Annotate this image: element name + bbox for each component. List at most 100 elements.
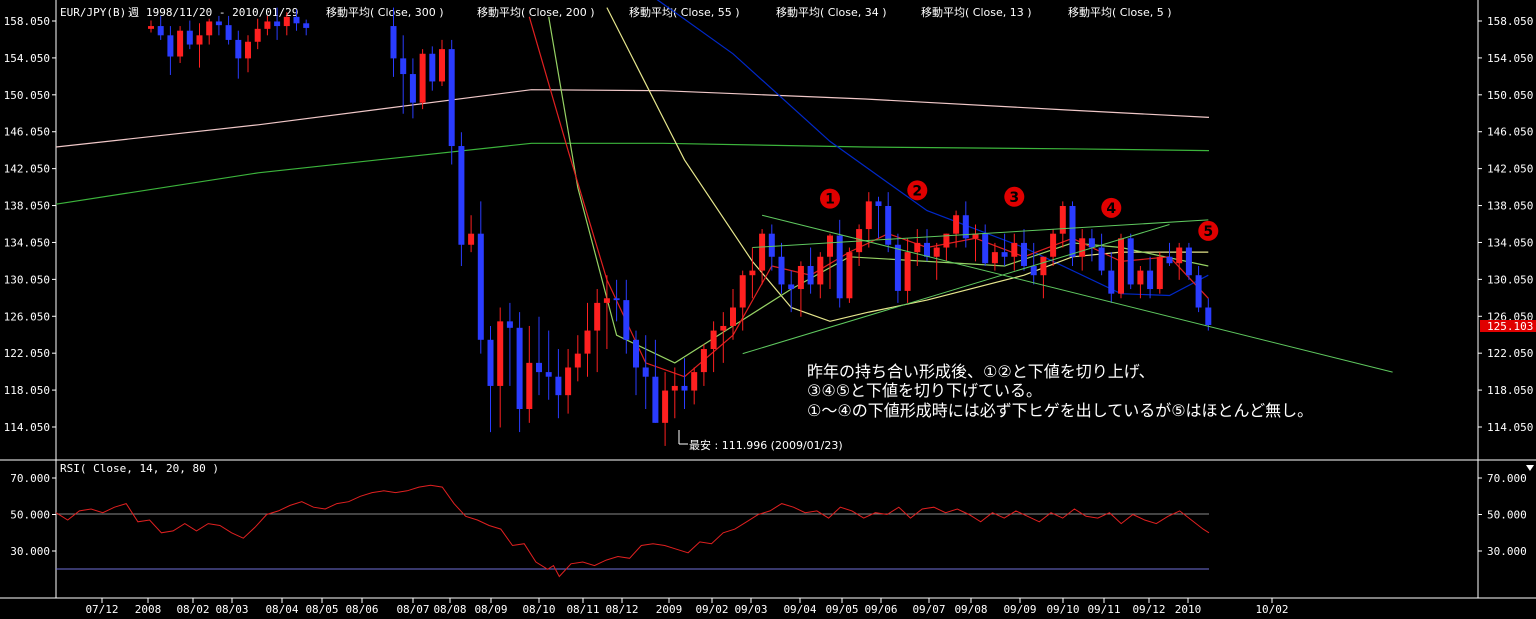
- candle: [1195, 265, 1202, 313]
- candle-body: [283, 16, 290, 27]
- candle-body: [1011, 242, 1018, 257]
- rsi-panel: RSI( Close, 14, 20, 80 ): [55, 462, 1534, 578]
- price-tick-label-right: 118.050: [1487, 384, 1533, 397]
- candle: [894, 233, 901, 303]
- time-tick-label: 08/11: [566, 603, 599, 616]
- wave-marker-label: 2: [912, 183, 922, 199]
- candle-body: [846, 252, 853, 299]
- price-tick-label-right: 142.050: [1487, 163, 1533, 176]
- candle: [254, 18, 261, 50]
- candle: [836, 219, 843, 308]
- time-tick-label: 09/12: [1132, 603, 1165, 616]
- candle-body: [565, 367, 572, 396]
- candle-body: [497, 321, 504, 386]
- candle-body: [836, 235, 843, 299]
- wave-marker-label: 5: [1203, 224, 1213, 240]
- candle: [613, 279, 620, 322]
- time-tick-label: 08/06: [345, 603, 378, 616]
- candle-body: [1176, 247, 1183, 264]
- time-tick-label: 09/04: [783, 603, 816, 616]
- candle-body: [1185, 247, 1192, 276]
- rsi-collapse-icon[interactable]: [1526, 465, 1534, 471]
- current-price-box: 125.103: [1480, 320, 1536, 333]
- time-tick-label: 09/09: [1003, 603, 1036, 616]
- price-tick-label-right: 158.050: [1487, 15, 1533, 28]
- header: EUR/JPY(B) 週 1998/11/20 - 2010/01/29 移動平…: [60, 5, 1172, 19]
- candle-body: [148, 26, 154, 29]
- candle-body: [827, 235, 833, 257]
- candle: [429, 46, 436, 91]
- time-tick-label: 08/07: [396, 603, 429, 616]
- candle: [662, 372, 669, 446]
- candle-body: [623, 300, 630, 340]
- comment-line-1: 昨年の持ち合い形成後、①②と下値を切り上げ、: [807, 362, 1155, 381]
- candle-body: [254, 28, 261, 42]
- ma-legend-label: 移動平均( Close, 200 ): [477, 5, 595, 19]
- candle-body: [797, 265, 804, 290]
- wave-marker: 1: [820, 188, 840, 209]
- candle-body: [982, 233, 989, 264]
- candle: [506, 302, 513, 386]
- ma300-line: [55, 89, 1210, 148]
- candle-body: [458, 146, 465, 245]
- candle: [206, 18, 213, 45]
- candle-body: [157, 26, 164, 36]
- candle-body: [526, 362, 533, 410]
- candle-body: [477, 233, 484, 340]
- wave-marker-label: 4: [1106, 201, 1116, 217]
- candle-body: [419, 53, 426, 103]
- candle-body: [245, 41, 251, 59]
- candle-body: [186, 30, 193, 45]
- price-axis: 158.050 158.050 154.050 154.050 150.050 150.0…: [4, 15, 1534, 434]
- candle-body: [235, 39, 242, 59]
- time-tick-label: 09/11: [1087, 603, 1120, 616]
- candle-body: [1098, 247, 1105, 271]
- candle-body: [448, 49, 455, 147]
- candle: [439, 39, 445, 87]
- candle: [536, 316, 542, 396]
- candle: [1147, 256, 1154, 299]
- price-tick-label-left: 134.050: [4, 236, 50, 249]
- candle-body: [603, 298, 610, 303]
- price-tick-label-right: 138.050: [1487, 200, 1533, 213]
- candle: [458, 132, 465, 266]
- candle-body: [303, 23, 310, 28]
- candle: [157, 15, 164, 40]
- candle-body: [953, 215, 960, 234]
- candle: [865, 192, 872, 248]
- ma-legend: 移動平均( Close, 300 ) 移動平均( Close, 200 ) 移動平均…: [326, 5, 1172, 19]
- candle-body: [506, 321, 513, 328]
- candle-body: [1040, 256, 1047, 276]
- time-tick-label: 09/06: [864, 603, 897, 616]
- candle-body: [206, 21, 213, 36]
- candle: [1137, 265, 1144, 299]
- candle: [904, 238, 911, 303]
- candle-body: [875, 201, 882, 207]
- candle-body: [400, 58, 407, 75]
- candle: [565, 349, 572, 414]
- candle-body: [390, 26, 397, 59]
- ma-legend-label: 移動平均( Close, 300 ): [326, 5, 444, 19]
- ma-legend-label: 移動平均( Close, 13 ): [921, 5, 1032, 19]
- candle-body: [807, 265, 814, 285]
- price-tick-label-left: 114.050: [4, 421, 50, 434]
- candle: [487, 325, 494, 433]
- time-tick-label: 08/12: [605, 603, 638, 616]
- rsi-axis: 70.000 70.000 50.000 50.000 30.000 30.000: [10, 472, 1527, 558]
- comment-line-3: ①～④の下値形成時には必ず下ヒゲを出しているが⑤はほとんど無し。: [807, 401, 1313, 420]
- candle-body: [865, 201, 872, 230]
- candle-body: [759, 233, 766, 271]
- rsi-tick-label-left: 30.000: [10, 545, 50, 558]
- price-tick-label-right: 146.050: [1487, 126, 1533, 139]
- wave-marker: 2: [907, 180, 928, 201]
- candle-body: [1147, 270, 1154, 290]
- candle: [671, 367, 678, 419]
- comment-line-2: ③④⑤と下値を切り下げている。: [807, 381, 1042, 400]
- candle-body: [904, 252, 911, 291]
- candle-body: [1050, 233, 1057, 257]
- wave-marker-label: 3: [1009, 190, 1019, 206]
- candle: [1156, 252, 1163, 294]
- wave-marker: 3: [1004, 186, 1025, 207]
- candle: [1118, 233, 1124, 299]
- candle-body: [1021, 242, 1027, 266]
